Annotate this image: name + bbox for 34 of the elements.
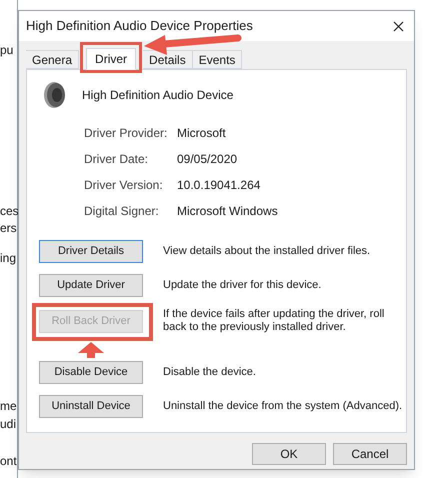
action-description: Update the driver for this device. xyxy=(163,279,322,292)
tab[interactable]: Genera xyxy=(26,50,80,69)
property-label: Driver Provider: xyxy=(84,125,168,142)
property-value: 10.0.19041.264 xyxy=(177,177,262,194)
property-value: Microsoft xyxy=(177,125,227,142)
window-title: High Definition Audio Device Properties xyxy=(26,17,253,36)
tab[interactable]: Driver xyxy=(86,48,136,70)
property-label: Driver Version: xyxy=(84,177,164,194)
action-description: View details about the installed driver files. xyxy=(163,245,372,258)
property-label: Driver Date: xyxy=(84,151,150,168)
property-label: Digital Signer: xyxy=(84,203,160,220)
background-text: ces xyxy=(0,205,19,217)
background-text: ing xyxy=(0,252,16,264)
dialog-button[interactable]: Cancel xyxy=(333,443,407,465)
device-name: High Definition Audio Device xyxy=(82,87,234,104)
action-description: Uninstall the device from the system (Advanced). xyxy=(163,400,403,413)
background-text: ers xyxy=(0,222,17,234)
action-button[interactable]: Driver Details xyxy=(39,240,143,263)
action-button[interactable]: Uninstall Device xyxy=(39,395,143,418)
dialog-button[interactable]: OK xyxy=(252,443,326,465)
close-icon[interactable] xyxy=(393,20,404,32)
property-value: Microsoft Windows xyxy=(177,203,279,220)
tab[interactable]: Details xyxy=(143,50,193,69)
background-text: pu xyxy=(0,44,14,56)
property-value: 09/05/2020 xyxy=(177,151,238,168)
action-description: If the device fails after updating the driver, roll back to the previously installed driver. xyxy=(163,308,386,334)
background-text: me xyxy=(0,400,17,412)
tab[interactable]: Events xyxy=(192,50,242,69)
action-description: Disable the device. xyxy=(163,366,257,379)
background-text: udi xyxy=(0,418,16,430)
action-button[interactable]: Update Driver xyxy=(39,274,143,297)
action-button[interactable]: Disable Device xyxy=(39,361,143,384)
background-text: ont xyxy=(0,455,17,467)
speaker-icon xyxy=(42,80,68,110)
